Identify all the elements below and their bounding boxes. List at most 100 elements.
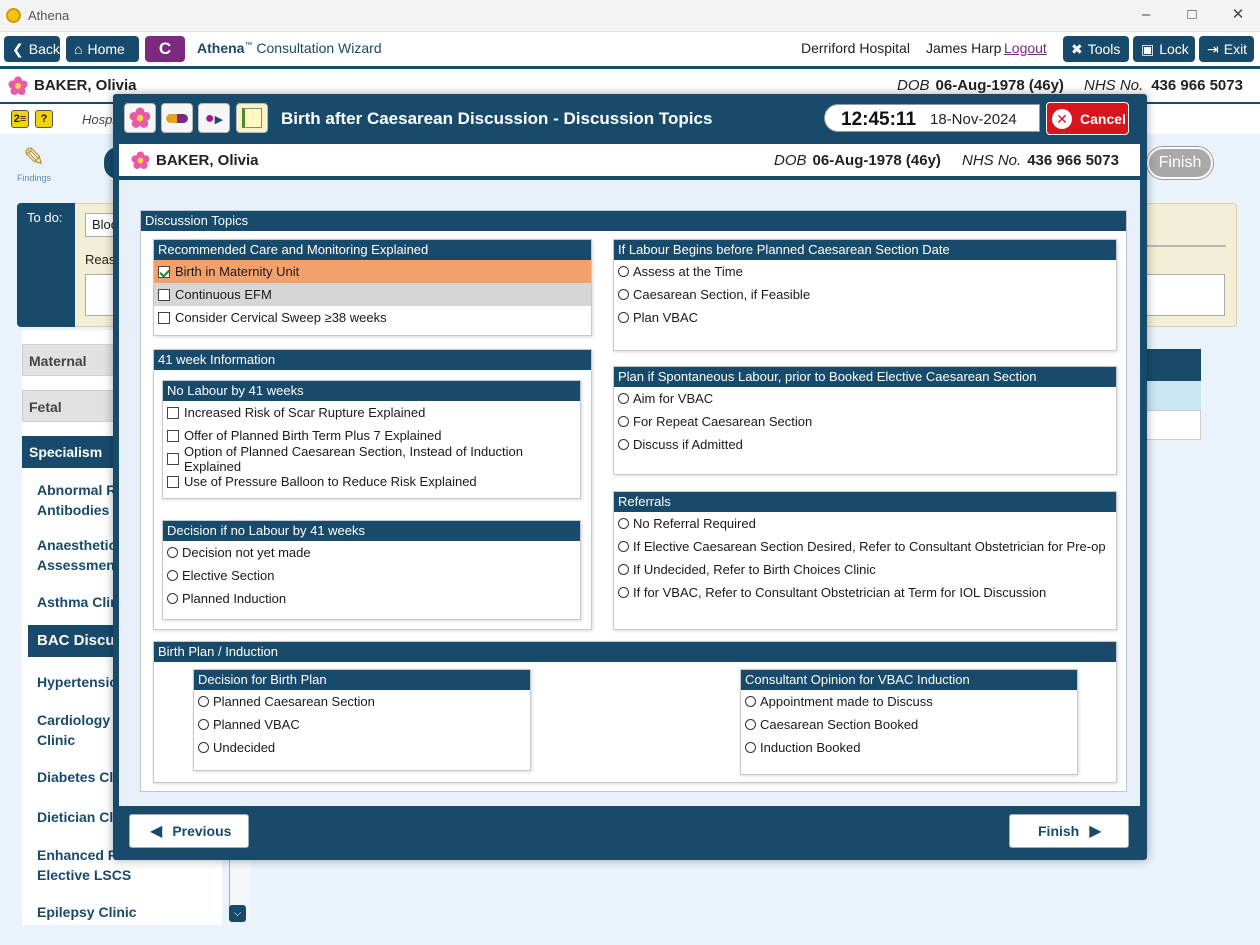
radio-icon[interactable] <box>618 312 629 323</box>
radio-icon[interactable] <box>167 547 178 558</box>
radio-icon[interactable] <box>167 570 178 581</box>
radio-icon[interactable] <box>618 416 629 427</box>
wizard-title: Athena™ Consultation Wizard <box>197 40 382 56</box>
clock-date: 18-Nov-2024 <box>930 111 1017 128</box>
radio-induction-booked[interactable]: Induction Booked <box>741 736 1077 759</box>
radio-planned-induction[interactable]: Planned Induction <box>163 587 580 610</box>
patient-name: BAKER, Olivia <box>34 77 137 94</box>
radio-icon[interactable] <box>745 742 756 753</box>
radio-icon[interactable] <box>745 696 756 707</box>
checkbox-icon[interactable] <box>167 452 179 465</box>
home-icon: ⌂ <box>74 41 83 57</box>
tools-button[interactable]: ✖ Tools <box>1063 36 1129 62</box>
person-arrow-icon[interactable]: ●▶ <box>198 103 230 133</box>
radio-refer-pre-op[interactable]: If Elective Caesarean Section Desired, R… <box>614 535 1116 558</box>
sidebar-item-epilepsy-clinic[interactable]: Epilepsy Clinic <box>29 902 229 922</box>
exit-icon: ⇥ <box>1207 41 1219 57</box>
person-icon: ● <box>204 110 215 127</box>
radio-icon[interactable] <box>167 593 178 604</box>
radio-icon[interactable] <box>198 719 209 730</box>
home-button[interactable]: ⌂ Home <box>66 36 139 62</box>
radio-elective-section[interactable]: Elective Section <box>163 564 580 587</box>
radio-plan-vbac[interactable]: Plan VBAC <box>614 306 1116 329</box>
radio-icon[interactable] <box>618 439 629 450</box>
checkbox-birth-maternity-unit[interactable]: Birth in Maternity Unit <box>154 260 591 283</box>
radio-icon[interactable] <box>618 541 629 552</box>
radio-icon[interactable] <box>618 393 629 404</box>
help-icon[interactable]: ? <box>35 110 53 128</box>
dialog-patient-name: BAKER, Olivia <box>156 152 259 169</box>
radio-planned-vbac[interactable]: Planned VBAC <box>194 713 530 736</box>
triangle-right-icon: ▶ <box>1089 823 1102 840</box>
checkbox-icon[interactable] <box>158 288 170 301</box>
radio-icon[interactable] <box>618 564 629 575</box>
close-icon[interactable]: ✕ <box>1223 5 1253 25</box>
radio-icon[interactable] <box>618 518 629 529</box>
radio-refer-iol-discussion[interactable]: If for VBAC, Refer to Consultant Obstetr… <box>614 581 1116 604</box>
triangle-left-icon: ◀ <box>150 823 163 840</box>
panel-header: Birth Plan / Induction <box>154 642 1116 662</box>
radio-undecided[interactable]: Undecided <box>194 736 530 759</box>
todo-label: To do: <box>17 203 75 327</box>
hospital-partial-label: Hospi <box>82 112 116 127</box>
patient-nhs-number: NHS No. 436 966 5073 <box>1084 77 1243 94</box>
radio-caesarean-booked[interactable]: Caesarean Section Booked <box>741 713 1077 736</box>
reason-label: Reas <box>85 252 116 267</box>
referrals-panel: Referrals No Referral Required If Electi… <box>613 491 1117 630</box>
radio-icon[interactable] <box>618 266 629 277</box>
checkbox-scar-rupture[interactable]: Increased Risk of Scar Rupture Explained <box>163 401 580 424</box>
panel-header: Consultant Opinion for VBAC Induction <box>741 670 1077 690</box>
pill-icon <box>166 114 188 123</box>
back-button[interactable]: ❮ Back <box>4 36 60 62</box>
tools-icon: ✖ <box>1071 41 1083 57</box>
radio-appointment-made[interactable]: Appointment made to Discuss <box>741 690 1077 713</box>
medication-icon[interactable] <box>161 103 193 133</box>
radio-icon[interactable] <box>618 289 629 300</box>
flower-icon <box>8 76 28 95</box>
birth-plan-decision-panel: Decision for Birth Plan Planned Caesarea… <box>193 669 531 771</box>
radio-icon[interactable] <box>745 719 756 730</box>
patient-dob: DOB 06-Aug-1978 (46y) <box>897 77 1064 94</box>
radio-aim-for-vbac[interactable]: Aim for VBAC <box>614 387 1116 410</box>
flower-icon[interactable] <box>124 103 156 133</box>
radio-caesarean-if-feasible[interactable]: Caesarean Section, if Feasible <box>614 283 1116 306</box>
cancel-button[interactable]: ✕ Cancel <box>1046 102 1129 135</box>
checkbox-planned-caesarean-option[interactable]: Option of Planned Caesarean Section, Ins… <box>163 444 580 474</box>
radio-icon[interactable] <box>198 742 209 753</box>
checkbox-icon[interactable] <box>158 311 170 324</box>
previous-button[interactable]: ◀ Previous <box>129 814 249 848</box>
radio-decision-not-made[interactable]: Decision not yet made <box>163 541 580 564</box>
dialog-footer <box>119 806 1140 854</box>
checkbox-continuous-efm[interactable]: Continuous EFM <box>154 283 591 306</box>
chevron-left-icon: ❮ <box>12 41 24 57</box>
logout-link[interactable]: Logout <box>1004 40 1047 56</box>
checkbox-icon[interactable] <box>167 406 179 419</box>
close-icon: ✕ <box>1052 108 1072 129</box>
finish-button[interactable]: Finish ▶ <box>1009 814 1129 848</box>
radio-planned-caesarean[interactable]: Planned Caesarean Section <box>194 690 530 713</box>
dialog-patient-dob: DOB 06-Aug-1978 (46y) <box>774 152 941 169</box>
checkbox-icon[interactable] <box>167 475 179 488</box>
background-finish-button[interactable]: Finish <box>1147 147 1213 179</box>
findings-button[interactable]: ✎ Findings <box>14 142 54 188</box>
panel-header: Plan if Spontaneous Labour, prior to Boo… <box>614 367 1116 387</box>
dialog-title: Birth after Caesarean Discussion - Discu… <box>281 109 713 128</box>
radio-icon[interactable] <box>198 696 209 707</box>
minimize-icon[interactable]: – <box>1131 5 1161 25</box>
c-button[interactable]: C <box>145 36 185 62</box>
radio-discuss-if-admitted[interactable]: Discuss if Admitted <box>614 433 1116 456</box>
exit-button[interactable]: ⇥ Exit <box>1199 36 1254 62</box>
notepad-icon[interactable] <box>236 103 268 133</box>
maximize-icon[interactable]: □ <box>1177 5 1207 25</box>
radio-no-referral[interactable]: No Referral Required <box>614 512 1116 535</box>
notes-icon[interactable]: 2≡ <box>11 110 29 128</box>
radio-icon[interactable] <box>618 587 629 598</box>
radio-assess-at-time[interactable]: Assess at the Time <box>614 260 1116 283</box>
checkbox-cervical-sweep[interactable]: Consider Cervical Sweep ≥38 weeks <box>154 306 591 329</box>
checkbox-icon[interactable] <box>167 429 179 442</box>
checkbox-checked-icon[interactable] <box>158 265 170 278</box>
lock-button[interactable]: ▣ Lock <box>1133 36 1195 62</box>
radio-repeat-caesarean[interactable]: For Repeat Caesarean Section <box>614 410 1116 433</box>
radio-refer-birth-choices[interactable]: If Undecided, Refer to Birth Choices Cli… <box>614 558 1116 581</box>
chevron-down-icon[interactable]: ⌵ <box>229 905 246 922</box>
